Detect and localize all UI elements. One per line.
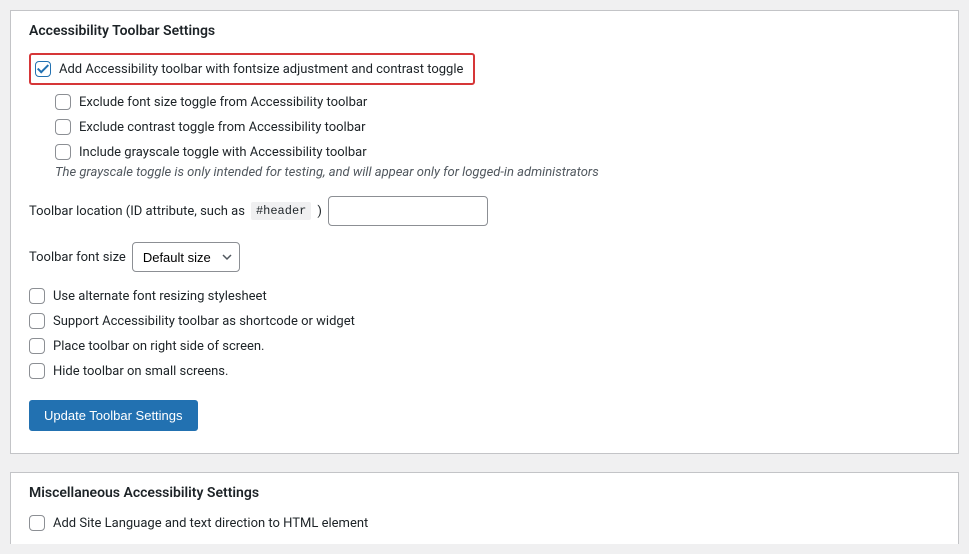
right-side-checkbox[interactable]: [29, 338, 45, 354]
include-grayscale-label[interactable]: Include grayscale toggle with Accessibil…: [79, 145, 367, 160]
exclude-contrast-checkbox[interactable]: [55, 119, 71, 135]
toolbar-location-input[interactable]: [328, 196, 488, 226]
misc-accessibility-settings-panel: Miscellaneous Accessibility Settings Add…: [10, 472, 959, 544]
exclude-contrast-label[interactable]: Exclude contrast toggle from Accessibili…: [79, 120, 365, 135]
right-side-label[interactable]: Place toolbar on right side of screen.: [53, 339, 264, 354]
toolbar-location-label: Toolbar location (ID attribute, such as: [29, 204, 245, 219]
toolbar-location-row: Toolbar location (ID attribute, such as …: [29, 196, 940, 226]
shortcode-support-label[interactable]: Support Accessibility toolbar as shortco…: [53, 314, 355, 329]
add-toolbar-label[interactable]: Add Accessibility toolbar with fontsize …: [59, 62, 463, 77]
location-label-after: ): [317, 204, 322, 219]
exclude-fontsize-label[interactable]: Exclude font size toggle from Accessibil…: [79, 95, 367, 110]
panel-title: Accessibility Toolbar Settings: [29, 23, 940, 39]
hide-small-checkbox[interactable]: [29, 363, 45, 379]
update-toolbar-settings-button[interactable]: Update Toolbar Settings: [29, 400, 198, 431]
toolbar-fontsize-row: Toolbar font size Default size: [29, 242, 940, 272]
toolbar-fontsize-label: Toolbar font size: [29, 250, 126, 265]
add-toolbar-checkbox[interactable]: [35, 61, 51, 77]
exclude-fontsize-checkbox[interactable]: [55, 94, 71, 110]
site-language-checkbox[interactable]: [29, 515, 45, 531]
hide-small-label[interactable]: Hide toolbar on small screens.: [53, 364, 228, 379]
grayscale-note: The grayscale toggle is only intended fo…: [55, 165, 940, 180]
shortcode-support-checkbox[interactable]: [29, 313, 45, 329]
alternate-resize-checkbox[interactable]: [29, 288, 45, 304]
include-grayscale-checkbox[interactable]: [55, 144, 71, 160]
panel-title: Miscellaneous Accessibility Settings: [29, 485, 940, 501]
accessibility-toolbar-settings-panel: Accessibility Toolbar Settings Add Acces…: [10, 10, 959, 454]
location-code-example: #header: [251, 202, 311, 220]
toolbar-fontsize-select[interactable]: Default size: [132, 242, 240, 272]
highlighted-main-option: Add Accessibility toolbar with fontsize …: [29, 53, 475, 85]
alternate-resize-label[interactable]: Use alternate font resizing stylesheet: [53, 289, 267, 304]
